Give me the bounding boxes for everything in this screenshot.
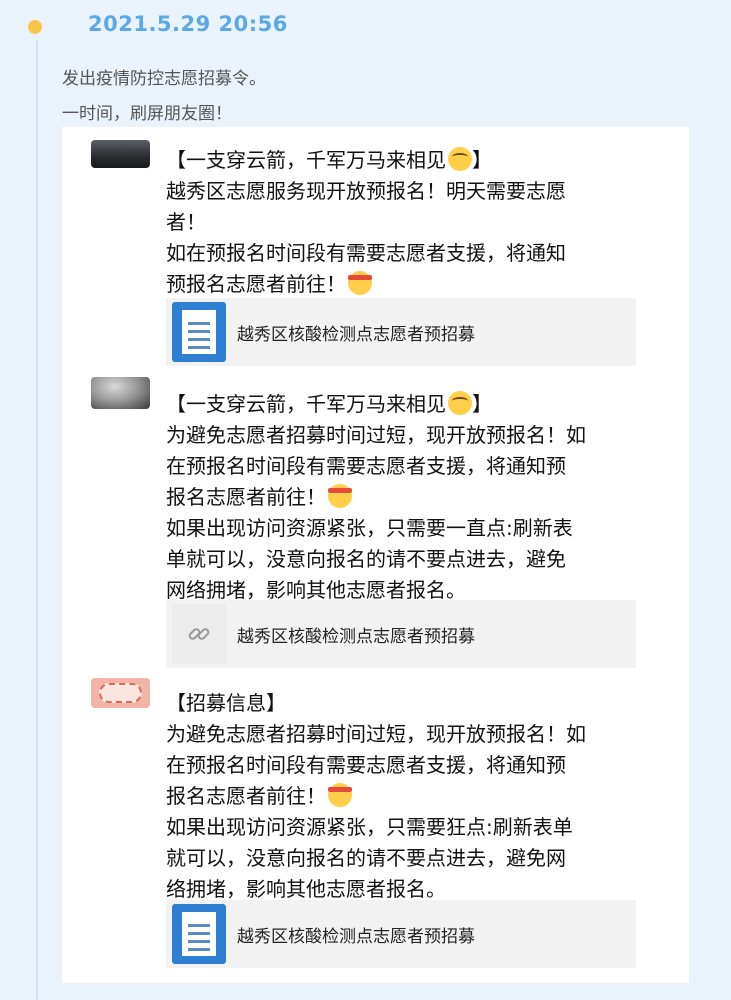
post-line: 单就可以，没意向报名的请不要点进去，避免 <box>166 547 566 571</box>
link-chain-icon <box>172 604 226 664</box>
post-line: 就可以，没意向报名的请不要点进去，避免网 <box>166 846 566 870</box>
avatar[interactable] <box>91 140 150 168</box>
intro-text-2: 一时间，刷屏朋友圈！ <box>62 104 232 124</box>
shared-link-card[interactable]: 越秀区核酸检测点志愿者预招募 <box>166 600 636 668</box>
post-text: 【招募信息】 为避免志愿者招募时间过短，现开放预报名！如 在预报名时间段有需要志… <box>166 688 671 905</box>
post-line: 为避免志愿者招募时间过短，现开放预报名！如 <box>166 423 586 447</box>
post-title-end: 】 <box>472 392 492 416</box>
document-icon <box>172 904 226 964</box>
post-line: 者！ <box>166 210 206 234</box>
post-line: 在预报名时间段有需要志愿者支援，将通知预 <box>166 753 566 777</box>
post-line: 越秀区志愿服务现开放预报名！明天需要志愿 <box>166 179 566 203</box>
avatar[interactable] <box>91 678 150 708</box>
post-title: 【招募信息】 <box>166 691 286 715</box>
post-date: 2021.5.29 20:56 <box>88 12 288 36</box>
timeline-line <box>36 40 38 1000</box>
post-line: 如果出现访问资源紧张，只需要一直点:刷新表 <box>166 516 573 540</box>
headband-emoji-icon <box>328 484 352 508</box>
link-title: 越秀区核酸检测点志愿者预招募 <box>237 325 475 345</box>
post-line: 如在预报名时间段有需要志愿者支援，将通知 <box>166 241 566 265</box>
screenshot-card: 【一支穿云箭，千军万马来相见】 越秀区志愿服务现开放预报名！明天需要志愿 者！ … <box>62 127 689 983</box>
thinking-emoji-icon <box>448 147 472 171</box>
post-line: 为避免志愿者招募时间过短，现开放预报名！如 <box>166 722 586 746</box>
headband-emoji-icon <box>348 271 372 295</box>
post-title: 【一支穿云箭，千军万马来相见 <box>166 392 446 416</box>
intro-text-1: 发出疫情防控志愿招募令。 <box>62 69 266 89</box>
avatar[interactable] <box>91 377 150 409</box>
post-line: 报名志愿者前往！ <box>166 784 326 808</box>
timeline-dot <box>28 20 42 34</box>
post-line: 在预报名时间段有需要志愿者支援，将通知预 <box>166 454 566 478</box>
shared-link-card[interactable]: 越秀区核酸检测点志愿者预招募 <box>166 900 636 968</box>
thinking-emoji-icon <box>448 391 472 415</box>
post-text: 【一支穿云箭，千军万马来相见】 越秀区志愿服务现开放预报名！明天需要志愿 者！ … <box>166 145 671 300</box>
post-line: 如果出现访问资源紧张，只需要狂点:刷新表单 <box>166 815 573 839</box>
link-title: 越秀区核酸检测点志愿者预招募 <box>237 927 475 947</box>
post-title: 【一支穿云箭，千军万马来相见 <box>166 148 446 172</box>
post-title-end: 】 <box>472 148 492 172</box>
headband-emoji-icon <box>328 783 352 807</box>
post-line: 报名志愿者前往！ <box>166 485 326 509</box>
post-text: 【一支穿云箭，千军万马来相见 】 为避免志愿者招募时间过短，现开放预报名！如 在预… <box>166 389 671 606</box>
shared-link-card[interactable]: 越秀区核酸检测点志愿者预招募 <box>166 298 636 366</box>
post-line: 预报名志愿者前往！ <box>166 272 346 296</box>
document-icon <box>172 302 226 362</box>
link-title: 越秀区核酸检测点志愿者预招募 <box>237 627 475 647</box>
